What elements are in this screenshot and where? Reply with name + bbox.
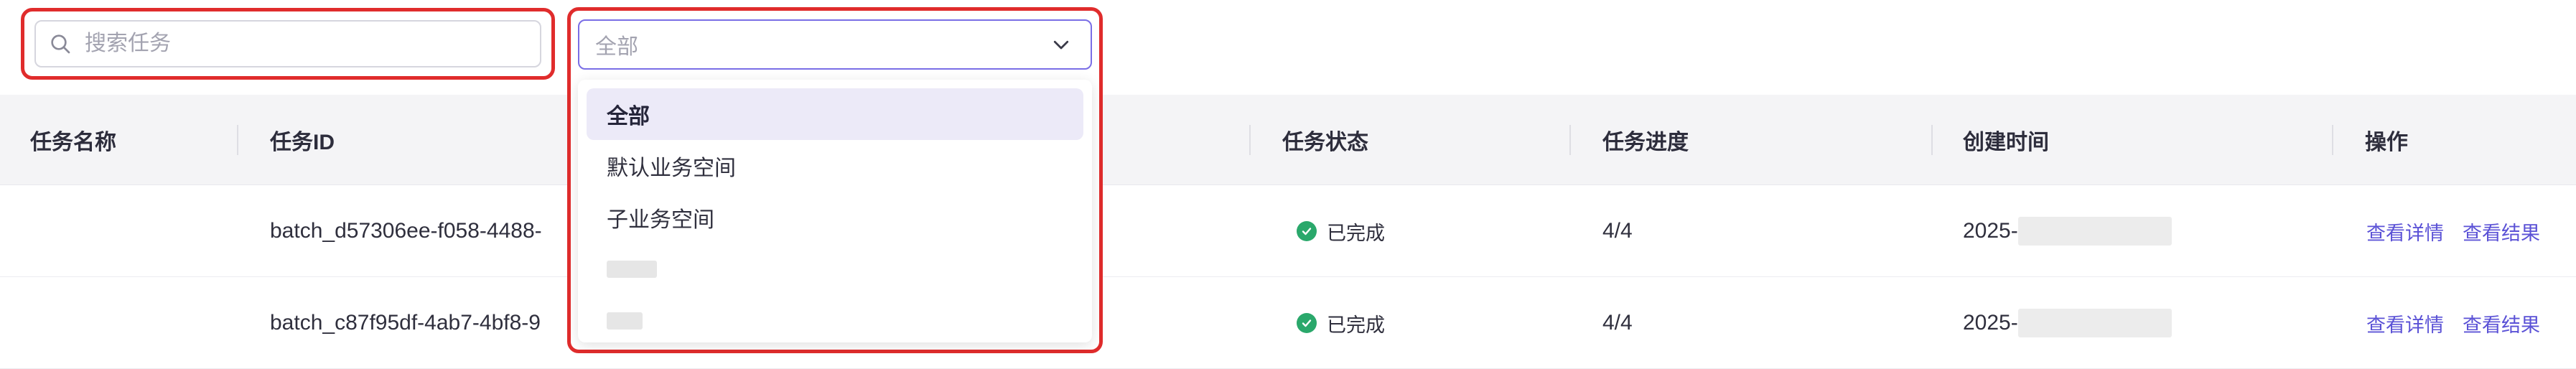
- header-task-status: 任务状态: [1282, 131, 1368, 154]
- select-value: 全部: [595, 35, 638, 59]
- view-details-link[interactable]: 查看详情: [2366, 218, 2444, 246]
- redacted-block: [607, 312, 643, 330]
- column-divider: [1249, 125, 1251, 155]
- option-redacted[interactable]: [587, 295, 1083, 347]
- cell-task-progress: 4/4: [1602, 311, 1633, 335]
- table-row: batch_c87f95df-4ab7-4bf8-9 已完成 4/4 2025-…: [0, 277, 2576, 369]
- cell-task-status: 已完成: [1297, 277, 1385, 369]
- search-box[interactable]: [34, 20, 541, 67]
- view-results-link[interactable]: 查看结果: [2463, 218, 2540, 246]
- option-redacted[interactable]: [587, 243, 1083, 295]
- header-task-progress: 任务进度: [1602, 131, 1689, 154]
- check-circle-icon: [1297, 221, 1317, 241]
- table-row: batch_d57306ee-f058-4488- 已完成 4/4 2025- …: [0, 185, 2576, 277]
- check-circle-icon: [1297, 313, 1317, 333]
- status-text: 已完成: [1327, 314, 1385, 336]
- view-details-link[interactable]: 查看详情: [2366, 309, 2444, 337]
- header-actions: 操作: [2365, 131, 2408, 154]
- column-divider: [1931, 125, 1933, 155]
- redacted-block: [2017, 217, 2172, 246]
- search-icon: [51, 34, 70, 54]
- column-divider: [237, 125, 238, 155]
- created-date-text: 2025-: [1963, 311, 2018, 335]
- workspace-dropdown: 全部 默认业务空间 子业务空间: [578, 80, 1092, 342]
- cell-created-time: 2025-: [1963, 185, 2172, 277]
- cell-created-time: 2025-: [1963, 277, 2172, 369]
- cell-task-id: batch_c87f95df-4ab7-4bf8-9: [270, 311, 541, 335]
- cell-task-id: batch_d57306ee-f058-4488-: [270, 219, 542, 243]
- view-results-link[interactable]: 查看结果: [2463, 309, 2540, 337]
- option-all[interactable]: 全部: [587, 88, 1083, 140]
- redacted-block: [607, 261, 657, 278]
- cell-task-status: 已完成: [1297, 185, 1385, 277]
- option-default-workspace[interactable]: 默认业务空间: [587, 140, 1083, 192]
- redacted-block: [2017, 309, 2172, 337]
- header-task-name: 任务名称: [30, 131, 116, 154]
- chevron-down-icon[interactable]: [1050, 34, 1072, 55]
- cell-task-progress: 4/4: [1602, 219, 1633, 243]
- search-highlight: [21, 8, 555, 80]
- option-sub-workspace[interactable]: 子业务空间: [587, 192, 1083, 243]
- cell-actions: 查看详情 查看结果: [2366, 277, 2559, 369]
- created-date-text: 2025-: [1963, 219, 2018, 243]
- workspace-select[interactable]: 全部: [578, 19, 1092, 70]
- status-text: 已完成: [1327, 222, 1385, 244]
- header-created-time: 创建时间: [1963, 131, 2049, 154]
- search-input[interactable]: [83, 31, 517, 57]
- header-task-id: 任务ID: [270, 131, 335, 154]
- column-divider: [2332, 125, 2333, 155]
- column-divider: [1569, 125, 1571, 155]
- workspace-filter-highlight: 全部 全部 默认业务空间 子业务空间: [567, 7, 1103, 353]
- cell-actions: 查看详情 查看结果: [2366, 185, 2559, 277]
- table-header: 任务名称 任务ID 任务状态 任务进度 创建时间 操作: [0, 95, 2576, 185]
